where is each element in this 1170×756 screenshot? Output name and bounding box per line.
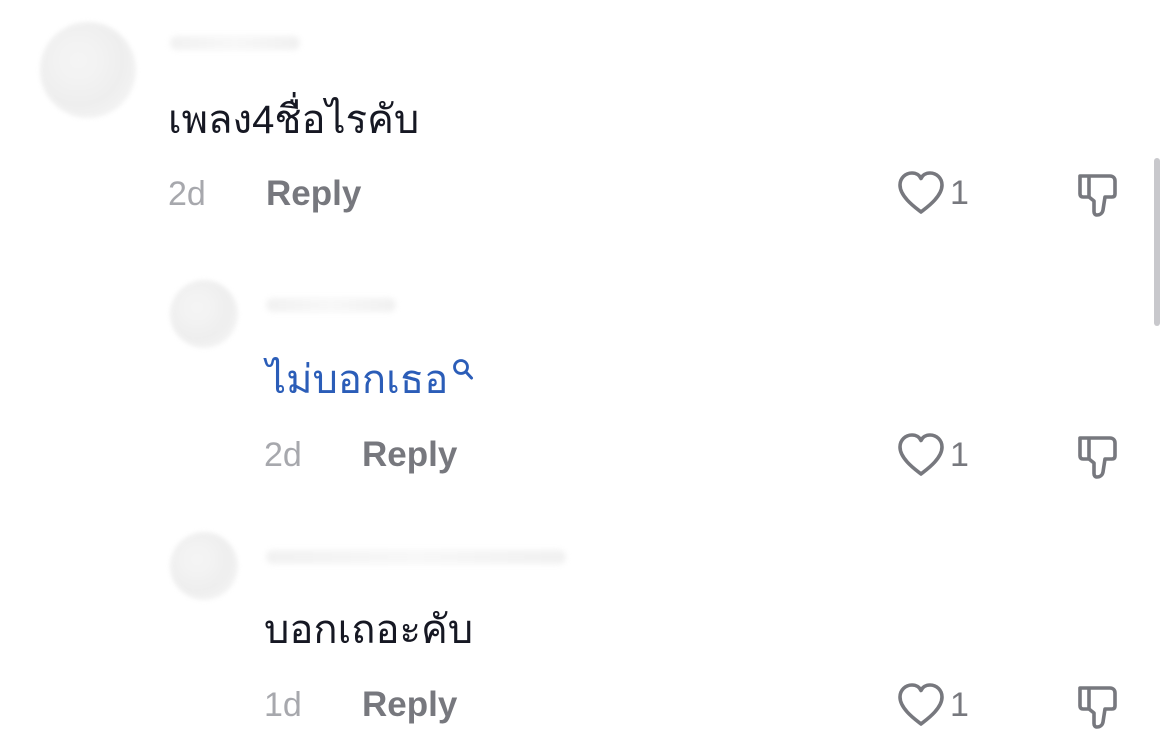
- like-count: 1: [950, 435, 969, 474]
- heart-outline-icon: [898, 683, 944, 726]
- timestamp: 2d: [264, 435, 302, 474]
- avatar[interactable]: [170, 532, 238, 600]
- reply-button[interactable]: Reply: [266, 174, 361, 214]
- comment-link-text[interactable]: ไม่บอกเธอ: [266, 358, 448, 402]
- scrollbar[interactable]: [1154, 158, 1160, 326]
- thumbs-down-icon: [1078, 174, 1117, 217]
- dislike-button[interactable]: [1074, 682, 1122, 735]
- like-count: 1: [950, 685, 969, 724]
- avatar[interactable]: [40, 22, 136, 118]
- like-button[interactable]: 1: [896, 680, 969, 730]
- comment-text[interactable]: ไม่บอกเธอ: [266, 356, 474, 404]
- like-button[interactable]: 1: [896, 168, 969, 218]
- thumbs-down-icon: [1078, 686, 1117, 729]
- avatar[interactable]: [170, 280, 238, 348]
- username[interactable]: [266, 298, 396, 312]
- search-icon: [453, 359, 474, 380]
- timestamp: 2d: [168, 174, 206, 213]
- heart-outline-icon: [898, 433, 944, 476]
- like-count: 1: [950, 173, 969, 212]
- comment-meta-row: 2d Reply: [264, 433, 457, 477]
- reply-button[interactable]: Reply: [362, 435, 457, 475]
- comment-meta-row: 1d Reply: [264, 683, 457, 727]
- timestamp: 1d: [264, 685, 302, 724]
- username[interactable]: [170, 36, 300, 50]
- like-button[interactable]: 1: [896, 430, 969, 480]
- dislike-button[interactable]: [1074, 432, 1122, 485]
- thumbs-down-icon: [1078, 436, 1117, 479]
- reply-button[interactable]: Reply: [362, 685, 457, 725]
- username[interactable]: [266, 550, 566, 564]
- comment-text: บอกเถอะคับ: [264, 608, 474, 652]
- heart-outline-icon: [898, 171, 944, 214]
- dislike-button[interactable]: [1074, 170, 1122, 223]
- comment-meta-row: 2d Reply: [168, 172, 361, 216]
- comment-text: เพลง4ชื่อไรคับ: [168, 98, 420, 142]
